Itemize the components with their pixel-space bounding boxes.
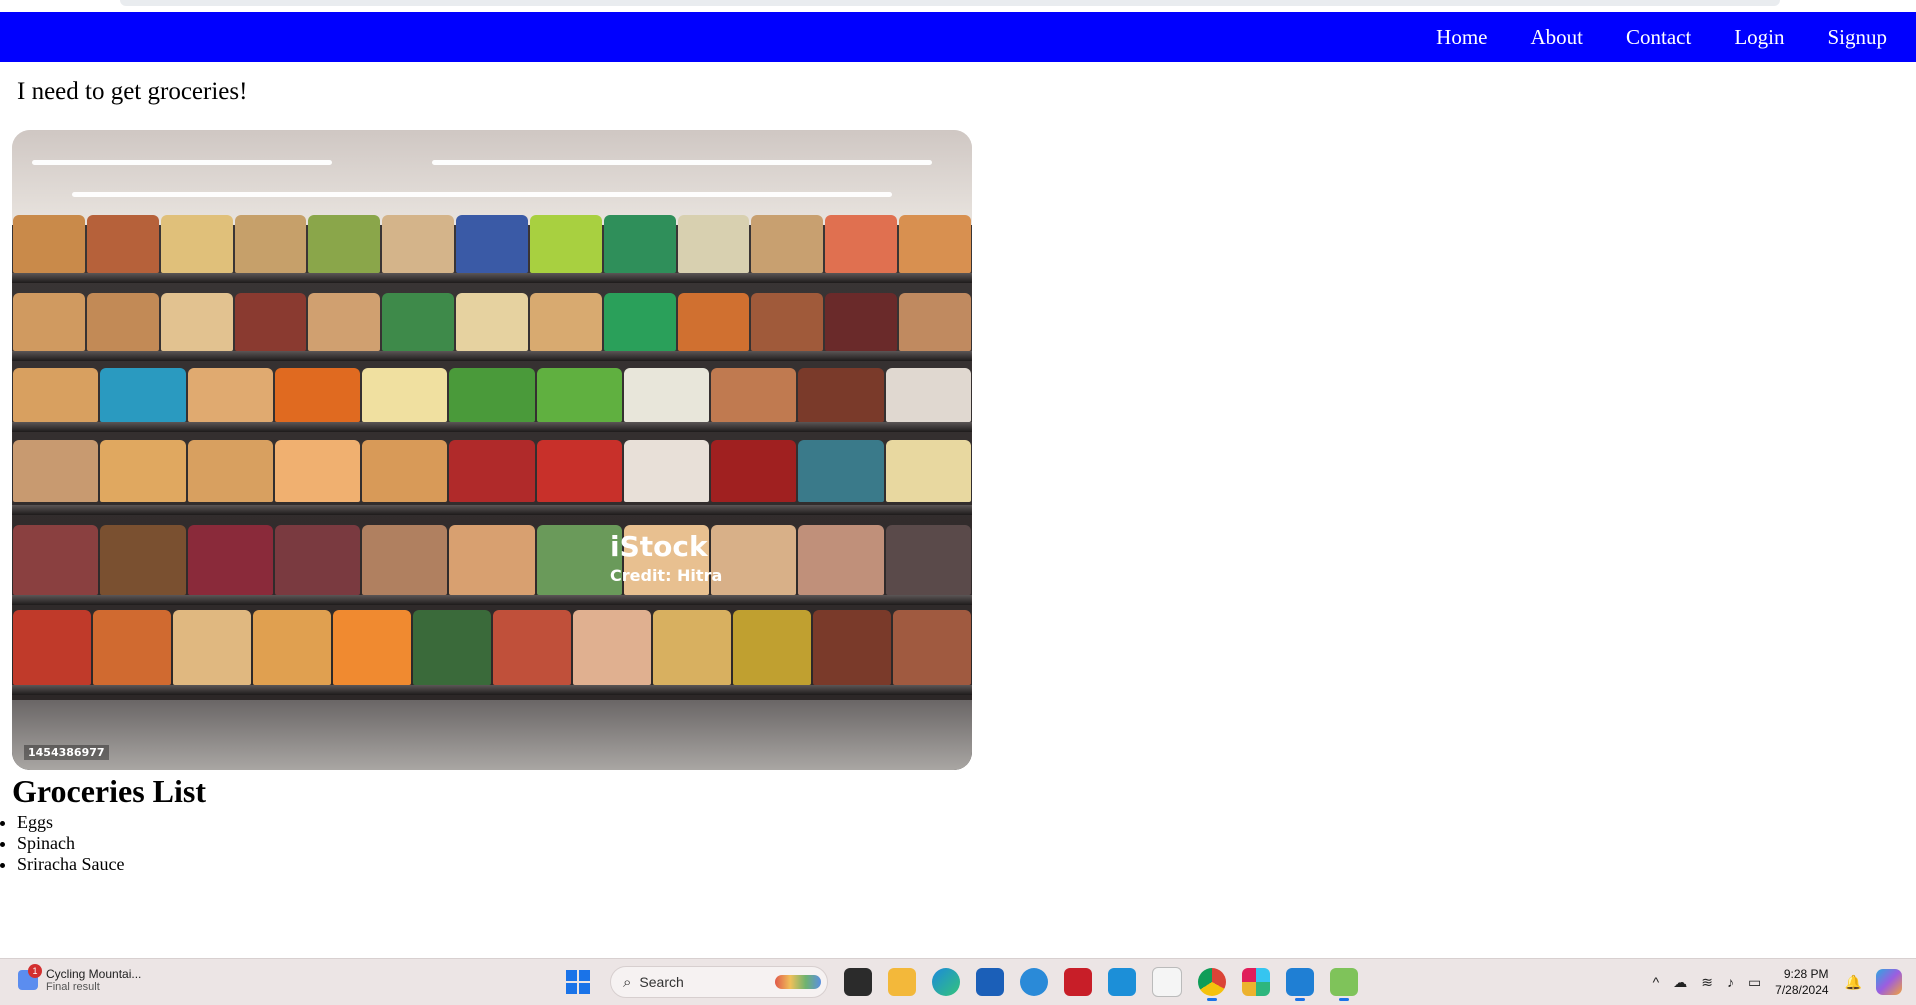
notification-subtitle: Final result	[46, 981, 100, 993]
file-explorer-icon[interactable]	[888, 968, 916, 996]
ceiling-light	[32, 160, 332, 165]
intro-text: I need to get groceries!	[17, 78, 248, 105]
vscode-icon[interactable]	[1286, 968, 1314, 1001]
shelf-rail	[12, 351, 972, 361]
shelf-row	[12, 368, 972, 422]
search-highlight-icon	[775, 975, 821, 989]
shelf-row	[12, 215, 972, 273]
cloud-icon[interactable]: ☁	[1673, 974, 1687, 991]
notification-title: Cycling Mountai...	[46, 967, 142, 981]
store-icon[interactable]	[976, 968, 1004, 996]
search-icon: ⌕	[623, 973, 632, 991]
task-view-icon[interactable]	[844, 968, 872, 996]
list-item: Spinach	[17, 833, 124, 854]
nav-link-home[interactable]: Home	[1436, 25, 1487, 50]
istock-watermark: iStock	[610, 530, 708, 563]
chevron-up-icon[interactable]: ^	[1653, 974, 1660, 990]
list-item: Sriracha Sauce	[17, 854, 124, 875]
system-tray: ^ ☁ ≋ ♪ ▭ 9:28 PM 7/28/2024 🔔	[1653, 959, 1916, 1005]
navbar: Home About Contact Login Signup	[0, 12, 1916, 62]
mcafee-icon[interactable]	[1064, 968, 1092, 996]
shelf-rail	[12, 505, 972, 515]
nav-link-login[interactable]: Login	[1734, 25, 1784, 50]
shelf-rail	[12, 422, 972, 432]
browser-address-bar-edge	[120, 0, 1780, 6]
groceries-list: Eggs Spinach Sriracha Sauce	[0, 812, 124, 875]
nav-links: Home About Contact Login Signup	[1436, 12, 1916, 62]
shelf-rail	[12, 273, 972, 283]
shelf-row	[12, 610, 972, 685]
notification-bell-icon[interactable]: 🔔	[1845, 974, 1862, 991]
help-icon[interactable]	[1020, 968, 1048, 996]
nav-link-about[interactable]: About	[1530, 25, 1583, 50]
ceiling-light	[72, 192, 892, 197]
shelf-row	[12, 293, 972, 351]
app-icon[interactable]	[1330, 968, 1358, 1001]
clock-date: 7/28/2024	[1775, 983, 1829, 997]
chrome-icon[interactable]	[1198, 968, 1226, 1001]
notification-badge: 1	[28, 964, 42, 978]
shelf-row	[12, 525, 972, 595]
copilot-icon[interactable]	[1876, 969, 1902, 995]
windows-start-icon[interactable]	[566, 970, 590, 994]
myhp-icon[interactable]	[1108, 968, 1136, 996]
clock-time: 9:28 PM	[1783, 967, 1829, 981]
battery-icon[interactable]: ▭	[1748, 974, 1761, 991]
store-floor	[12, 700, 972, 770]
shelf-row	[12, 440, 972, 502]
image-credit: Credit: Hitra	[610, 566, 723, 585]
list-item: Eggs	[17, 812, 124, 833]
wifi-icon[interactable]: ≋	[1701, 974, 1713, 991]
shelf-ceiling	[12, 130, 972, 225]
taskbar-apps: ⌕ Search	[566, 965, 1358, 1001]
volume-icon[interactable]: ♪	[1727, 974, 1734, 990]
sports-app-icon: 1	[18, 964, 42, 990]
taskbar: 1 Cycling Mountai... Final result ⌕ Sear…	[0, 958, 1916, 1005]
groceries-list-title: Groceries List	[12, 773, 207, 809]
taskbar-search[interactable]: ⌕ Search	[610, 966, 828, 998]
ceiling-light	[432, 160, 932, 165]
notepad-icon[interactable]	[1152, 967, 1182, 997]
slack-icon[interactable]	[1242, 968, 1270, 996]
taskbar-clock[interactable]: 9:28 PM 7/28/2024	[1775, 966, 1828, 998]
nav-link-signup[interactable]: Signup	[1827, 25, 1887, 50]
search-placeholder: Search	[639, 974, 684, 990]
nav-link-contact[interactable]: Contact	[1626, 25, 1691, 50]
shelf-rail	[12, 595, 972, 605]
image-id: 1454386977	[24, 745, 109, 760]
grocery-shelf-image: iStock Credit: Hitra 1454386977	[12, 130, 972, 770]
edge-icon[interactable]	[932, 968, 960, 996]
taskbar-notification[interactable]: 1 Cycling Mountai... Final result	[18, 964, 142, 993]
browser-top-strip	[0, 0, 1916, 12]
shelf-rail	[12, 685, 972, 695]
